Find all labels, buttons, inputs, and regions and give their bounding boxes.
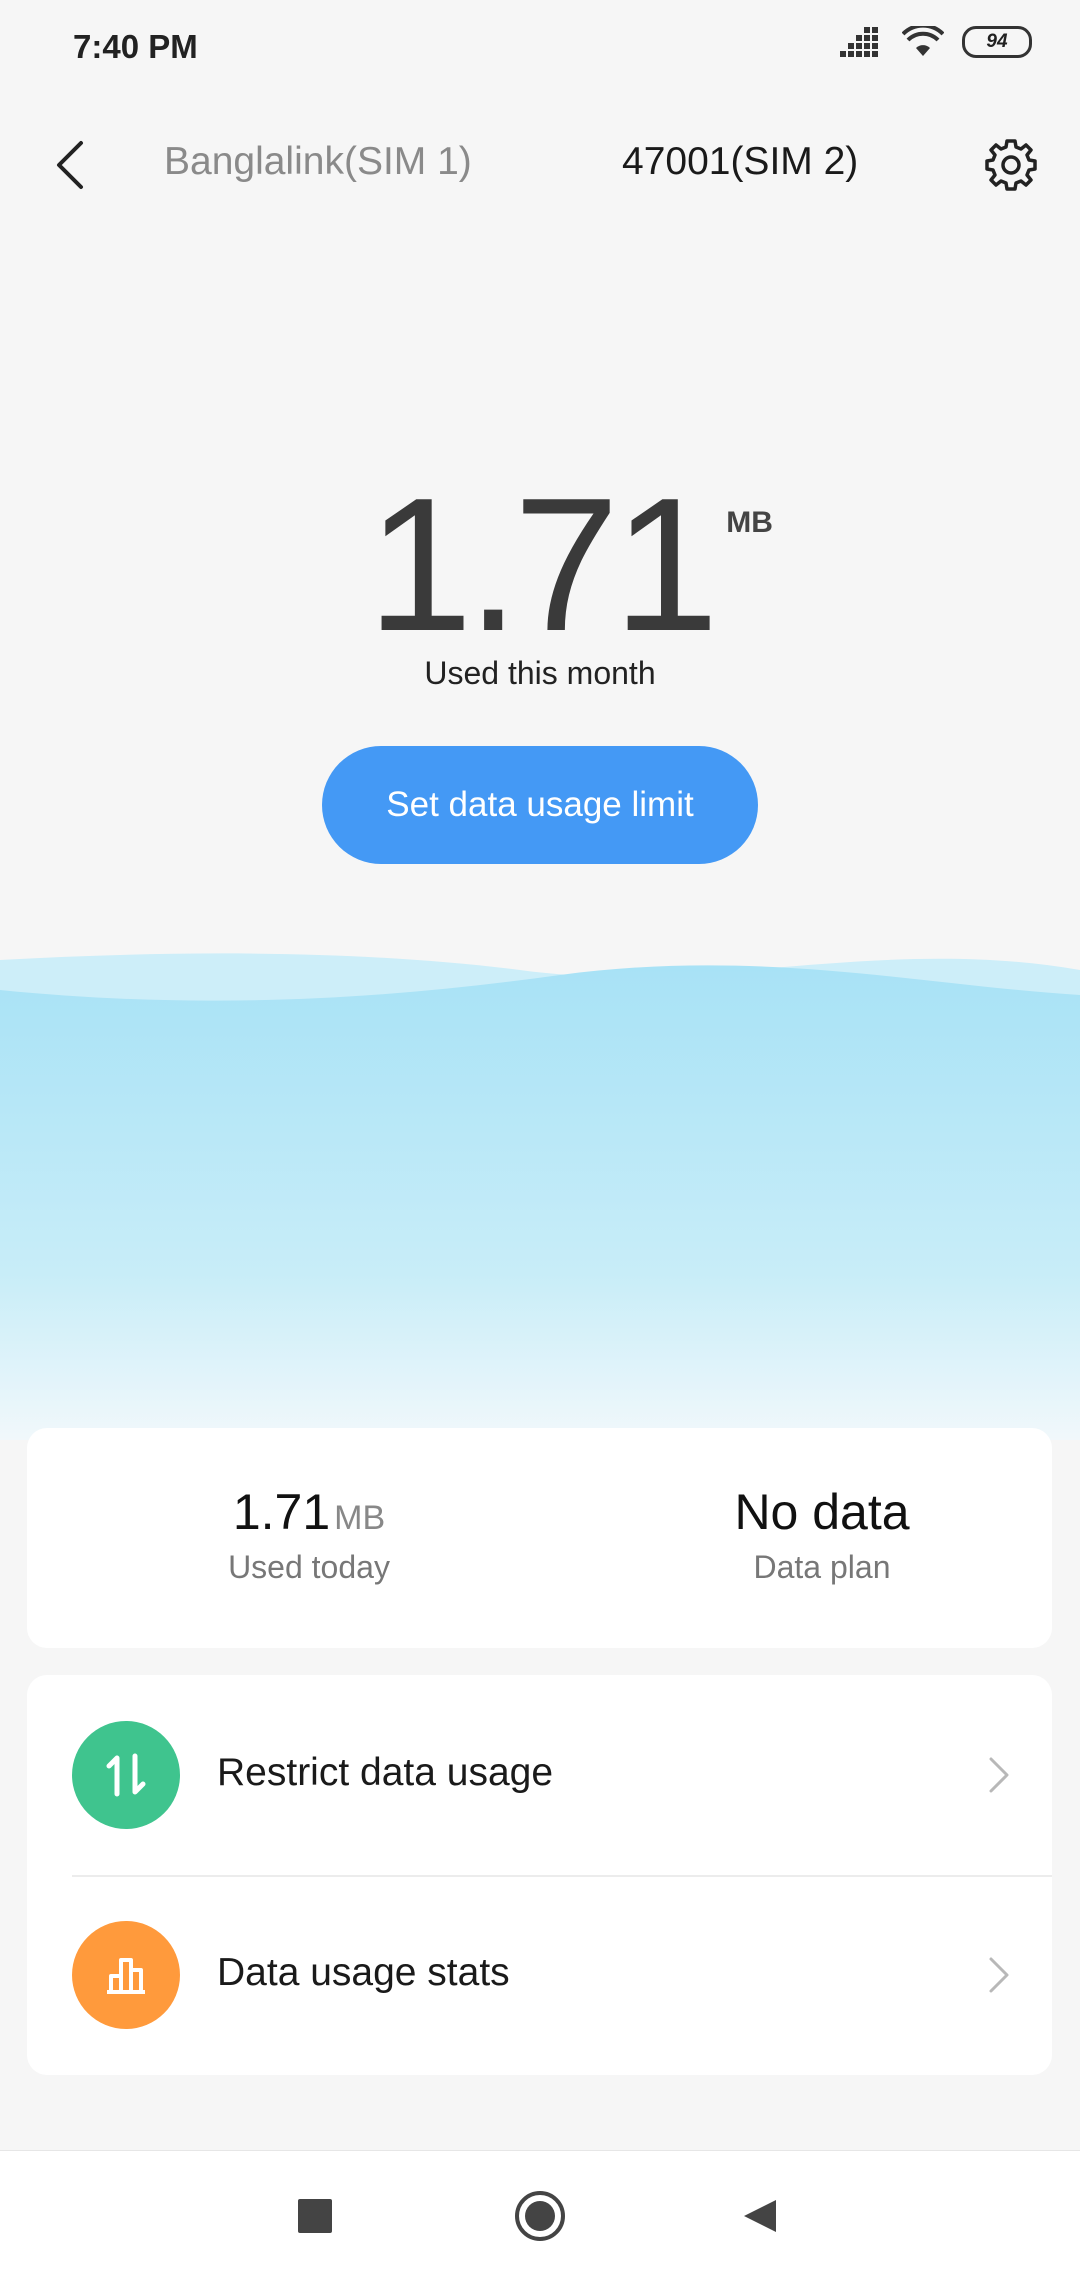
battery-indicator: 94 — [962, 26, 1032, 58]
chevron-right-icon — [989, 1957, 1009, 1993]
today-value: 1.71 MB — [99, 1483, 519, 1541]
plan-label: Data plan — [753, 1549, 891, 1585]
back-arrow-icon — [57, 141, 83, 189]
restrict-data-usage-item[interactable]: Restrict data usage — [27, 1675, 1052, 1875]
today-usage: 1.71 MB Used today — [99, 1483, 519, 1586]
usage-caption: Used this month — [424, 655, 656, 691]
gear-icon — [985, 139, 1037, 191]
data-usage-stats-item[interactable]: Data usage stats — [27, 1875, 1052, 2075]
back-button[interactable] — [40, 130, 100, 200]
signal-icon — [840, 27, 878, 57]
tab-sim1[interactable]: Banglalink(SIM 1) — [164, 140, 472, 184]
chevron-right-icon — [989, 1757, 1009, 1793]
stats-label: Data usage stats — [217, 1951, 510, 1994]
today-unit: MB — [334, 1499, 386, 1537]
square-icon — [298, 2199, 332, 2233]
monthly-usage: 1.71 MB Used this month — [0, 470, 1080, 691]
usage-unit: MB — [726, 506, 773, 539]
today-number: 1.71 — [232, 1484, 331, 1540]
data-plan[interactable]: No data Data plan — [612, 1483, 1032, 1586]
wifi-icon — [902, 26, 944, 56]
home-circle-icon — [515, 2191, 565, 2241]
triangle-back-icon — [744, 2200, 776, 2232]
tab-sim2[interactable]: 47001(SIM 2) — [622, 140, 858, 184]
home-button[interactable] — [505, 2181, 575, 2251]
status-icons: 94 — [840, 26, 1032, 58]
usage-number: 1.71 MB — [367, 470, 773, 660]
menu-card: Restrict data usage Data usage stats — [27, 1675, 1052, 2075]
settings-button[interactable] — [976, 130, 1046, 200]
restrict-label: Restrict data usage — [217, 1751, 554, 1794]
summary-card: 1.71 MB Used today No data Data plan — [27, 1428, 1052, 1648]
restrict-icon — [72, 1721, 180, 1829]
wave-background — [0, 953, 1080, 1440]
back-nav-button[interactable] — [725, 2181, 795, 2251]
usage-value: 1.71 — [367, 459, 719, 671]
top-bar: Banglalink(SIM 1) 47001(SIM 2) — [0, 120, 1080, 210]
recents-button[interactable] — [280, 2181, 350, 2251]
navigation-bar — [0, 2150, 1080, 2281]
status-time: 7:40 PM — [73, 28, 198, 65]
today-label: Used today — [228, 1549, 390, 1585]
stats-icon — [72, 1921, 180, 2029]
set-data-limit-button[interactable]: Set data usage limit — [322, 746, 758, 864]
status-bar: 7:40 PM 94 — [0, 0, 1080, 96]
plan-value: No data — [734, 1484, 910, 1540]
